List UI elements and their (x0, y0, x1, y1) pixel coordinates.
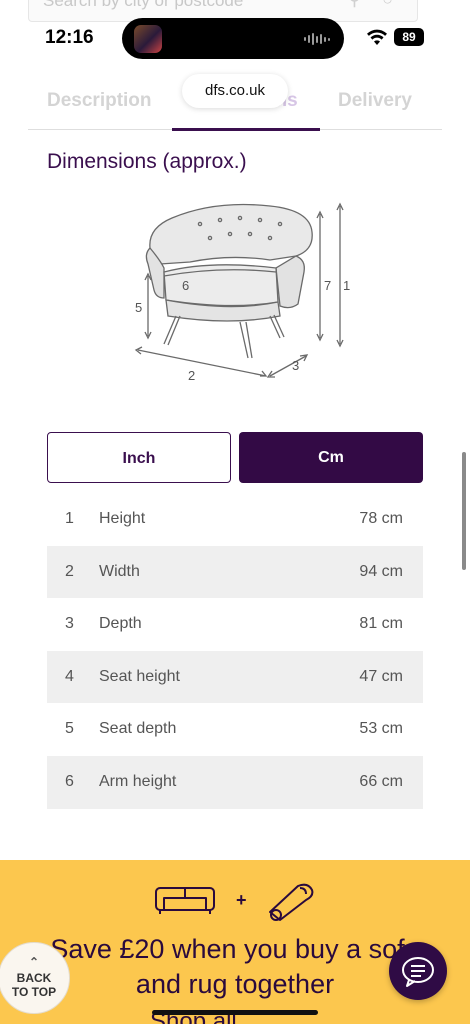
tab-description[interactable]: Description (47, 90, 152, 112)
chat-button[interactable] (389, 942, 447, 1000)
table-row: 6 Arm height 66 cm (47, 755, 423, 809)
dimension-label: Arm height (99, 772, 177, 790)
dimension-value: 53 cm (359, 720, 403, 738)
dimension-label: Seat height (99, 667, 180, 685)
dimension-label: Width (99, 562, 140, 580)
tab-delivery[interactable]: Delivery (338, 90, 412, 112)
dimension-number: 6 (65, 772, 74, 790)
dimension-label: Seat depth (99, 720, 177, 738)
dynamic-island (122, 18, 344, 59)
chevron-up-icon: ⌃ (28, 955, 40, 969)
dimension-number: 3 (65, 615, 74, 633)
dimension-number: 2 (65, 562, 74, 580)
dimension-value: 66 cm (359, 772, 403, 790)
dimension-value: 47 cm (359, 667, 403, 685)
diagram-label-7: 7 (324, 278, 331, 293)
dimension-number: 4 (65, 667, 74, 685)
diagram-label-3: 3 (292, 358, 299, 373)
section-title: Dimensions (approx.) (47, 150, 247, 173)
dimension-label: Depth (99, 615, 142, 633)
diagram-label-2: 2 (188, 368, 195, 383)
home-indicator[interactable] (152, 1010, 318, 1015)
dimension-label: Height (99, 510, 146, 527)
unit-inch-button[interactable]: Inch (47, 432, 231, 483)
table-row: 2 Width 94 cm (47, 545, 423, 599)
url-bar[interactable]: dfs.co.uk (182, 74, 288, 108)
table-row: 5 Seat depth 53 cm (47, 703, 423, 756)
dimension-value: 94 cm (359, 562, 403, 580)
back-to-top-line-2: TO TOP (11, 985, 57, 999)
diagram-label-6: 6 (182, 278, 189, 293)
dimension-value: 78 cm (359, 510, 403, 527)
wifi-icon (367, 29, 387, 45)
status-time: 12:16 (45, 27, 94, 48)
table-row: 3 Depth 81 cm (47, 598, 423, 651)
svg-text:+: + (236, 890, 247, 910)
table-row: 1 Height 78 cm (47, 493, 423, 546)
status-bar: 12:16 89 (0, 0, 470, 76)
back-to-top-button[interactable]: ⌃ BACK TO TOP (0, 942, 70, 1014)
battery-indicator: 89 (394, 28, 424, 46)
dimension-number: 1 (65, 510, 74, 527)
dimension-value: 81 cm (359, 615, 403, 633)
diagram-label-5: 5 (135, 300, 142, 315)
table-row: 4 Seat height 47 cm (47, 650, 423, 704)
active-tab-indicator (172, 128, 320, 131)
now-playing-artwork (134, 25, 162, 53)
audio-waveform-icon (304, 31, 330, 47)
page-scrollbar[interactable] (462, 452, 466, 570)
diagram-label-1: 1 (343, 278, 350, 293)
dimensions-table: 1 Height 78 cm 2 Width 94 cm 3 Depth 81 … (47, 493, 423, 809)
dimension-number: 5 (65, 720, 74, 738)
chat-bubble-icon (402, 957, 434, 987)
back-to-top-line-1: BACK (16, 971, 52, 985)
sofa-plus-rug-icons: + (155, 883, 314, 921)
chair-dimension-diagram: 6 5 7 1 2 3 (134, 202, 350, 383)
unit-cm-button[interactable]: Cm (239, 432, 423, 483)
